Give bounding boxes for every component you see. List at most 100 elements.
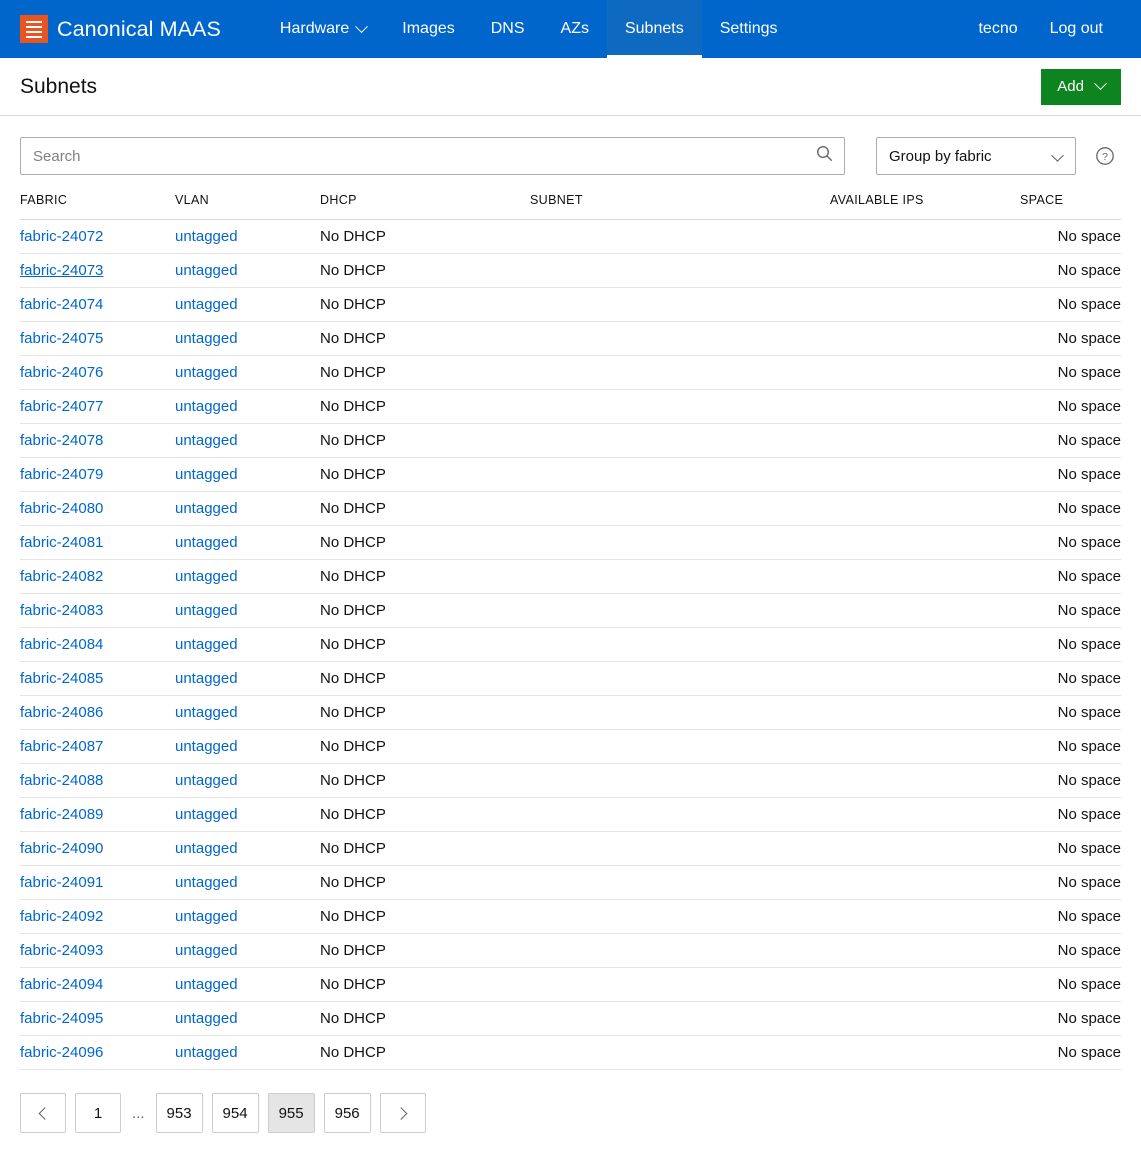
add-button[interactable]: Add	[1041, 68, 1121, 105]
primary-nav: Hardware Images DNS AZs Subnets Settings	[262, 0, 796, 58]
fabric-link[interactable]: fabric-24088	[20, 772, 103, 789]
brand-home-link[interactable]: Canonical MAAS	[0, 0, 239, 58]
vlan-link[interactable]: untagged	[175, 772, 238, 789]
fabric-link[interactable]: fabric-24092	[20, 908, 103, 925]
pagination-next-button[interactable]	[379, 1093, 426, 1133]
cell-space: No space	[1020, 559, 1121, 594]
pagination-page-1[interactable]: 1	[75, 1093, 121, 1133]
table-row: fabric-24074 untagged No DHCP No space	[20, 287, 1121, 322]
table-row: fabric-24095 untagged No DHCP No space	[20, 1001, 1121, 1036]
vlan-link[interactable]: untagged	[175, 568, 238, 585]
fabric-link[interactable]: fabric-24087	[20, 738, 103, 755]
group-by-select[interactable]: Group by fabricGroup by spaceNo grouping	[876, 137, 1076, 175]
search-input[interactable]	[20, 137, 845, 175]
vlan-link[interactable]: untagged	[175, 738, 238, 755]
fabric-link[interactable]: fabric-24095	[20, 1010, 103, 1027]
fabric-link[interactable]: fabric-24096	[20, 1044, 103, 1061]
cell-dhcp: No DHCP	[320, 491, 530, 526]
fabric-link[interactable]: fabric-24093	[20, 942, 103, 959]
fabric-link[interactable]: fabric-24094	[20, 976, 103, 993]
vlan-link[interactable]: untagged	[175, 432, 238, 449]
fabric-link[interactable]: fabric-24089	[20, 806, 103, 823]
fabric-link[interactable]: fabric-24076	[20, 364, 103, 381]
fabric-link[interactable]: fabric-24083	[20, 602, 103, 619]
help-circle-icon[interactable]: ?	[1095, 146, 1115, 166]
fabric-link[interactable]: fabric-24085	[20, 670, 103, 687]
page-header: Subnets Add	[0, 58, 1141, 116]
vlan-link[interactable]: untagged	[175, 296, 238, 313]
vlan-link[interactable]: untagged	[175, 976, 238, 993]
subnets-table: FABRIC VLAN DHCP SUBNET AVAILABLE IPS SP…	[20, 193, 1121, 1070]
cell-space: No space	[1020, 457, 1121, 492]
vlan-link[interactable]: untagged	[175, 466, 238, 483]
vlan-link[interactable]: untagged	[175, 840, 238, 857]
fabric-link[interactable]: fabric-24072	[20, 228, 103, 245]
fabric-link[interactable]: fabric-24086	[20, 704, 103, 721]
fabric-link[interactable]: fabric-24084	[20, 636, 103, 653]
nav-item-subnets[interactable]: Subnets	[606, 0, 702, 58]
column-header-subnet[interactable]: SUBNET	[530, 193, 830, 220]
fabric-link[interactable]: fabric-24079	[20, 466, 103, 483]
nav-item-images[interactable]: Images	[384, 0, 472, 58]
vlan-link[interactable]: untagged	[175, 670, 238, 687]
cell-space: No space	[1020, 287, 1121, 322]
fabric-link[interactable]: fabric-24081	[20, 534, 103, 551]
vlan-link[interactable]: untagged	[175, 500, 238, 517]
vlan-link[interactable]: untagged	[175, 398, 238, 415]
column-header-space[interactable]: SPACE	[1020, 193, 1121, 220]
cell-space: No space	[1020, 321, 1121, 356]
vlan-link[interactable]: untagged	[175, 1044, 238, 1061]
column-header-dhcp[interactable]: DHCP	[320, 193, 530, 220]
vlan-link[interactable]: untagged	[175, 942, 238, 959]
fabric-link[interactable]: fabric-24080	[20, 500, 103, 517]
fabric-link[interactable]: fabric-24075	[20, 330, 103, 347]
vlan-link[interactable]: untagged	[175, 364, 238, 381]
cell-space: No space	[1020, 967, 1121, 1002]
vlan-link[interactable]: untagged	[175, 908, 238, 925]
nav-item-azs[interactable]: AZs	[543, 0, 607, 58]
column-header-fabric[interactable]: FABRIC	[20, 193, 175, 220]
vlan-link[interactable]: untagged	[175, 262, 238, 279]
cell-vlan: untagged	[175, 933, 320, 968]
cell-dhcp: No DHCP	[320, 831, 530, 866]
pagination-prev-button[interactable]	[20, 1093, 66, 1133]
vlan-link[interactable]: untagged	[175, 874, 238, 891]
cell-subnet	[530, 355, 830, 390]
cell-available-ips	[830, 695, 1020, 730]
pagination-page-954[interactable]: 954	[211, 1093, 259, 1133]
nav-item-hardware[interactable]: Hardware	[262, 0, 384, 58]
fabric-link[interactable]: fabric-24078	[20, 432, 103, 449]
cell-fabric: fabric-24088	[20, 763, 175, 798]
nav-item-logout[interactable]: Log out	[1034, 0, 1119, 58]
cell-dhcp: No DHCP	[320, 525, 530, 560]
cell-vlan: untagged	[175, 729, 320, 764]
cell-fabric: fabric-24093	[20, 933, 175, 968]
nav-item-username[interactable]: tecno	[962, 0, 1033, 58]
cell-subnet	[530, 457, 830, 492]
column-header-vlan[interactable]: VLAN	[175, 193, 320, 220]
nav-item-dns[interactable]: DNS	[473, 0, 543, 58]
fabric-link[interactable]: fabric-24091	[20, 874, 103, 891]
vlan-link[interactable]: untagged	[175, 228, 238, 245]
fabric-link[interactable]: fabric-24073	[20, 262, 103, 279]
vlan-link[interactable]: untagged	[175, 602, 238, 619]
fabric-link[interactable]: fabric-24090	[20, 840, 103, 857]
fabric-link[interactable]: fabric-24082	[20, 568, 103, 585]
cell-dhcp: No DHCP	[320, 457, 530, 492]
pagination-page-956[interactable]: 956	[323, 1093, 371, 1133]
vlan-link[interactable]: untagged	[175, 636, 238, 653]
pagination-page-953[interactable]: 953	[155, 1093, 203, 1133]
column-header-available-ips[interactable]: AVAILABLE IPS	[830, 193, 1020, 220]
main-navbar: Canonical MAAS Hardware Images DNS AZs S…	[0, 0, 1141, 58]
fabric-link[interactable]: fabric-24074	[20, 296, 103, 313]
pagination-page-955[interactable]: 955	[267, 1093, 315, 1133]
vlan-link[interactable]: untagged	[175, 534, 238, 551]
cell-available-ips	[830, 389, 1020, 424]
fabric-link[interactable]: fabric-24077	[20, 398, 103, 415]
vlan-link[interactable]: untagged	[175, 806, 238, 823]
cell-available-ips	[830, 525, 1020, 560]
vlan-link[interactable]: untagged	[175, 330, 238, 347]
vlan-link[interactable]: untagged	[175, 704, 238, 721]
nav-item-settings[interactable]: Settings	[702, 0, 796, 58]
vlan-link[interactable]: untagged	[175, 1010, 238, 1027]
